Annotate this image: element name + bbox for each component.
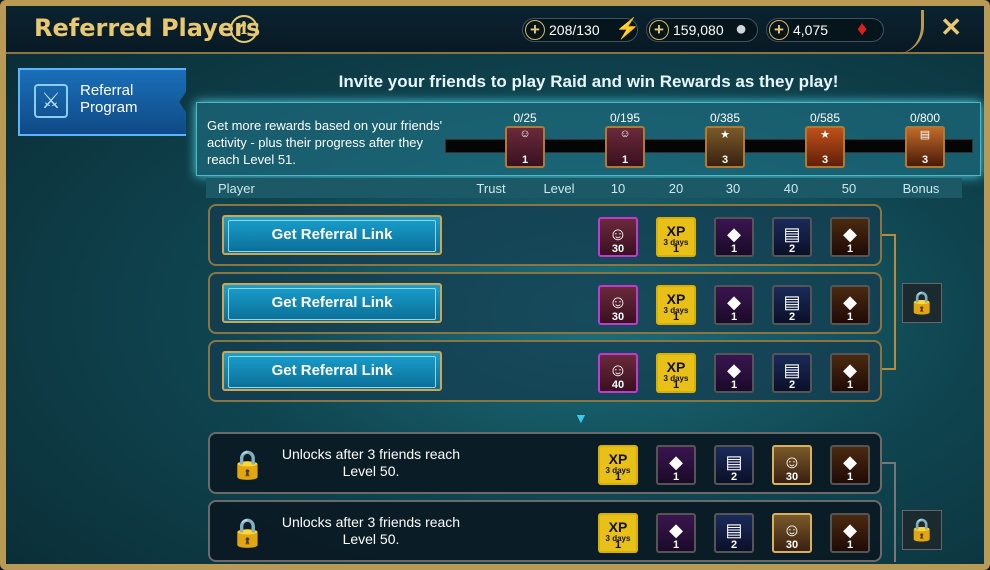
energy-counter: + 208/130 ⚡	[522, 18, 640, 42]
sacred-shard-icon[interactable]: ◆ 1	[830, 285, 870, 325]
lock-icon: 🔒	[230, 449, 265, 480]
add-energy-button[interactable]: +	[525, 20, 545, 40]
referral-row: Get Referral Link ☺ 30 XP 3 days 1 ◆ 1 ▤ 2 ◆ 1	[208, 204, 882, 266]
column-header: Level	[543, 181, 575, 196]
down-arrow-icon: ▼	[574, 410, 588, 426]
sacred-shard-icon[interactable]: ◆ 1	[830, 353, 870, 393]
xp-boost-icon[interactable]: XP 3 days 1	[656, 217, 696, 257]
add-gem-button[interactable]: +	[769, 20, 789, 40]
sidebar-item-referral-program[interactable]: ⚔ Referral Program	[18, 68, 186, 136]
sidebar-item-label: Referral Program	[80, 82, 138, 116]
milestone-reward[interactable]: 0/800 ▤ 3	[903, 111, 947, 168]
tome-icon[interactable]: ▤ 2	[772, 285, 812, 325]
title-bar: Referred Players i + 208/130 ⚡ + 159,080…	[6, 6, 984, 54]
unlock-condition: Unlocks after 3 friends reach Level 50.	[281, 514, 461, 547]
column-header: 20	[668, 181, 684, 196]
xp-boost-icon[interactable]: XP 3 days 1	[598, 445, 638, 485]
corner-ornament	[896, 10, 924, 54]
milestone-count: 0/385	[709, 111, 741, 125]
milestone-reward[interactable]: 0/585 ★ 3	[803, 111, 847, 168]
get-referral-link-button[interactable]: Get Referral Link	[222, 283, 442, 323]
progress-panel: Get more rewards based on your friends' …	[196, 102, 981, 176]
silver-value: 159,080	[673, 22, 724, 38]
column-header: 40	[783, 181, 799, 196]
column-header: Player	[218, 181, 255, 196]
void-shard-icon[interactable]: ◆ 1	[714, 217, 754, 257]
tome-icon[interactable]: ▤ 2	[714, 445, 754, 485]
silver-icon: ●	[735, 18, 748, 40]
invite-banner: Invite your friends to play Raid and win…	[338, 72, 839, 91]
get-referral-link-button[interactable]: Get Referral Link	[222, 351, 442, 391]
column-header: Bonus	[902, 181, 940, 196]
table-header: Player Trust Level 10 20 30 40 50 Bonus	[206, 178, 962, 198]
silver-counter: + 159,080 ●	[646, 18, 758, 42]
gem-value: 4,075	[793, 22, 829, 38]
bonus-bracket	[882, 234, 896, 370]
champion-reward-icon: ☺ 1	[505, 126, 545, 168]
xp-boost-icon[interactable]: XP 3 days 1	[656, 353, 696, 393]
void-shard-icon[interactable]: ◆ 1	[714, 285, 754, 325]
gem-icon: ♦	[857, 18, 868, 40]
column-header: 10	[610, 181, 626, 196]
get-referral-link-button[interactable]: Get Referral Link	[222, 215, 442, 255]
milestone-reward[interactable]: 0/385 ★ 3	[703, 111, 747, 168]
xp-boost-icon[interactable]: XP 3 days 1	[656, 285, 696, 325]
unlock-condition: Unlocks after 3 friends reach Level 50.	[281, 446, 461, 479]
void-shard-icon[interactable]: ◆ 1	[714, 353, 754, 393]
tome-reward-icon: ▤ 3	[905, 126, 945, 168]
bonus-lock-icon[interactable]: 🔒	[902, 510, 942, 550]
champion-reward-icon[interactable]: ☺ 30	[772, 513, 812, 553]
bonus-lock-icon[interactable]: 🔒	[902, 283, 942, 323]
milestone-count: 0/800	[909, 111, 941, 125]
tome-icon[interactable]: ▤ 2	[772, 353, 812, 393]
column-header: Trust	[476, 181, 506, 196]
relic-reward-icon: ★ 3	[805, 126, 845, 168]
milestone-reward[interactable]: 0/195 ☺ 1	[603, 111, 647, 168]
locked-bonus-bracket	[882, 462, 896, 562]
sacred-shard-icon[interactable]: ◆ 1	[830, 513, 870, 553]
info-button[interactable]: i	[230, 15, 258, 43]
milestone-count: 0/25	[513, 111, 537, 125]
locked-row: 🔒 Unlocks after 3 friends reach Level 50…	[208, 500, 882, 562]
milestone-count: 0/195	[609, 111, 641, 125]
lock-icon: 🔒	[230, 517, 265, 548]
locked-row: 🔒 Unlocks after 3 friends reach Level 50…	[208, 432, 882, 494]
referral-icon: ⚔	[34, 84, 68, 118]
void-shard-icon[interactable]: ◆ 1	[656, 445, 696, 485]
progress-description: Get more rewards based on your friends' …	[207, 118, 443, 167]
champion-reward-icon[interactable]: ☺ 30	[598, 217, 638, 257]
column-header: 30	[725, 181, 741, 196]
column-header: 50	[841, 181, 857, 196]
page-title: Referred Players	[34, 14, 261, 42]
milestone-count: 0/585	[809, 111, 841, 125]
referral-row: Get Referral Link ☺ 30 XP 3 days 1 ◆ 1 ▤ 2 ◆ 1	[208, 272, 882, 334]
energy-value: 208/130	[549, 22, 600, 38]
legendary-reward-icon: ★ 3	[705, 126, 745, 168]
champion-reward-icon: ☺ 1	[605, 126, 645, 168]
energy-icon: ⚡	[615, 18, 640, 40]
champion-reward-icon[interactable]: ☺ 30	[772, 445, 812, 485]
champion-reward-icon[interactable]: ☺ 40	[598, 353, 638, 393]
milestone-reward[interactable]: 0/25 ☺ 1	[503, 111, 547, 168]
tome-icon[interactable]: ▤ 2	[772, 217, 812, 257]
void-shard-icon[interactable]: ◆ 1	[656, 513, 696, 553]
xp-boost-icon[interactable]: XP 3 days 1	[598, 513, 638, 553]
sacred-shard-icon[interactable]: ◆ 1	[830, 217, 870, 257]
sacred-shard-icon[interactable]: ◆ 1	[830, 445, 870, 485]
champion-reward-icon[interactable]: ☺ 30	[598, 285, 638, 325]
referral-row: Get Referral Link ☺ 40 XP 3 days 1 ◆ 1 ▤ 2 ◆ 1	[208, 340, 882, 402]
add-silver-button[interactable]: +	[649, 20, 669, 40]
tome-icon[interactable]: ▤ 2	[714, 513, 754, 553]
gem-counter: + 4,075 ♦	[766, 18, 884, 42]
close-button[interactable]: ✕	[940, 12, 962, 43]
game-window: Referred Players i + 208/130 ⚡ + 159,080…	[0, 0, 990, 570]
